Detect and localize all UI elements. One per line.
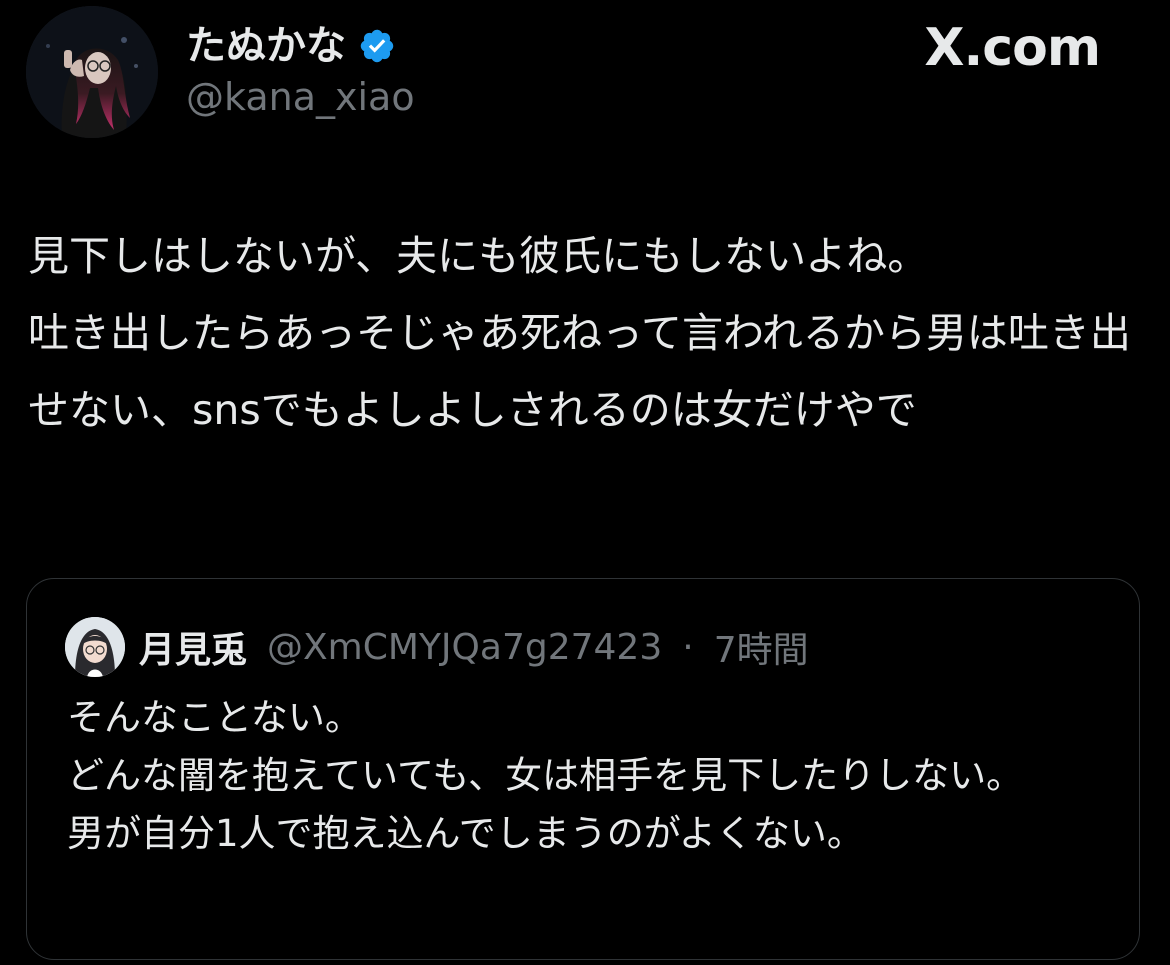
- author-handle[interactable]: @kana_xiao: [186, 78, 415, 116]
- author-display-name[interactable]: たぬかな: [186, 26, 346, 66]
- author-avatar[interactable]: [26, 6, 158, 138]
- quoted-tweet-timestamp[interactable]: 7時間: [714, 621, 809, 673]
- quoted-tweet-card[interactable]: 月見兎 @XmCMYJQa7g27423 · 7時間 そんなことない。 どんな闇…: [26, 578, 1140, 960]
- quoted-tweet-text: そんなことない。 どんな闇を抱えていても、女は相手を見下したりしない。 男が自分…: [67, 696, 1024, 855]
- quoted-user-handle[interactable]: @XmCMYJQa7g27423: [267, 627, 662, 668]
- quoted-user-avatar[interactable]: [65, 617, 125, 677]
- profile-avatar-image: [26, 6, 158, 138]
- site-watermark: X.com: [924, 18, 1101, 78]
- quoted-user-display-name[interactable]: 月見兎: [139, 621, 247, 673]
- dot-separator: ·: [682, 626, 694, 668]
- tweet-text: 見下しはしないが、夫にも彼氏にもしないよね。 吐き出したらあっそじゃあ死ねって言…: [28, 232, 1131, 434]
- verified-badge-icon: [360, 29, 394, 63]
- quoted-tweet-header: 月見兎 @XmCMYJQa7g27423 · 7時間: [65, 617, 809, 677]
- quoted-user-avatar-image: [65, 617, 125, 677]
- author-name-row: たぬかな: [186, 20, 396, 72]
